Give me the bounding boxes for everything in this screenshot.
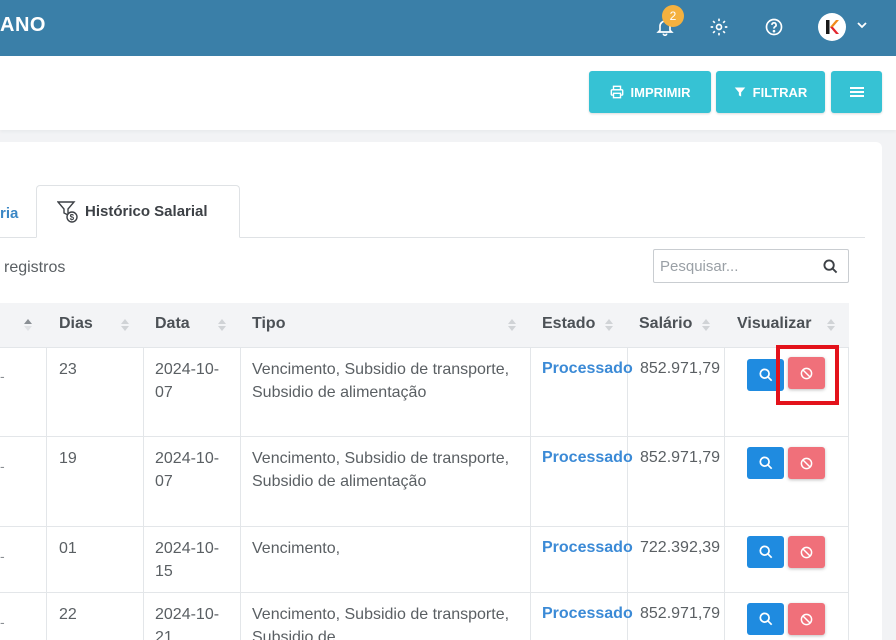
column-divider <box>240 347 241 640</box>
search-box <box>653 249 849 283</box>
menu-button[interactable] <box>831 71 882 113</box>
row-divider <box>0 526 849 527</box>
search-icon <box>758 456 772 470</box>
sort-icon[interactable] <box>825 317 837 333</box>
ban-icon <box>800 457 813 469</box>
column-divider <box>530 347 531 640</box>
cell-estado: Processado <box>542 605 633 622</box>
brand-title: ANO <box>0 14 46 36</box>
sort-icon[interactable] <box>603 317 615 333</box>
sort-icon[interactable] <box>700 317 712 333</box>
cell-data: 2024-10-07 <box>155 361 220 401</box>
view-button[interactable] <box>747 603 784 635</box>
records-info: registros <box>4 259 66 276</box>
column-divider <box>724 347 725 640</box>
salary-filter-icon: $ <box>57 200 78 223</box>
avatar[interactable] <box>818 13 846 41</box>
cell-tipo: Vencimento, <box>252 540 341 557</box>
cell-tipo: Vencimento, Subsidio de transporte, Subs… <box>252 450 510 490</box>
ban-icon <box>800 613 813 625</box>
column-header-data[interactable]: Data <box>155 315 190 333</box>
cell-salario: 722.392,39 <box>640 539 721 556</box>
view-button[interactable] <box>747 447 784 479</box>
hamburger-icon <box>849 87 864 97</box>
cell-salario: 852.971,79 <box>640 360 721 377</box>
cell-dias: 19 <box>59 450 77 467</box>
gear-icon[interactable] <box>704 12 734 42</box>
view-button[interactable] <box>747 536 784 568</box>
sort-icon[interactable] <box>216 317 228 333</box>
truncated-cell: - <box>0 458 5 474</box>
cell-dias: 22 <box>59 606 77 623</box>
cell-tipo: Vencimento, Subsidio de transporte, Subs… <box>252 606 510 640</box>
notification-badge: 2 <box>662 5 684 27</box>
column-header-dias[interactable]: Dias <box>59 315 93 333</box>
cell-estado: Processado <box>542 360 633 377</box>
column-header-estado[interactable]: Estado <box>542 315 595 333</box>
highlight-box <box>776 345 839 405</box>
search-icon[interactable] <box>823 259 838 274</box>
cancel-button[interactable] <box>788 536 825 568</box>
filter-button-label: FILTRAR <box>752 84 808 100</box>
row-divider <box>0 592 849 593</box>
print-button[interactable]: IMPRIMIR <box>589 71 711 113</box>
cell-tipo: Vencimento, Subsidio de transporte, Subs… <box>252 361 510 401</box>
column-divider <box>46 347 47 640</box>
truncated-cell: - <box>0 548 5 564</box>
cell-salario: 852.971,79 <box>640 605 721 622</box>
search-icon <box>758 368 772 382</box>
help-icon[interactable] <box>759 12 789 42</box>
cell-dias: 23 <box>59 361 77 378</box>
cell-dias: 01 <box>59 540 77 557</box>
tab-label: Histórico Salarial <box>85 203 208 220</box>
column-divider <box>143 347 144 640</box>
cancel-button[interactable] <box>788 447 825 479</box>
cell-data: 2024-10-21 <box>155 606 220 640</box>
tab-partial[interactable]: ria <box>0 205 18 222</box>
row-divider <box>0 436 849 437</box>
sort-icon[interactable] <box>119 317 131 333</box>
column-header-salario[interactable]: Salário <box>639 315 692 333</box>
search-icon <box>758 612 772 626</box>
cell-estado: Processado <box>542 449 633 466</box>
sort-icon[interactable] <box>22 317 34 333</box>
truncated-cell: - <box>0 614 5 630</box>
printer-icon <box>610 85 623 99</box>
search-input[interactable] <box>660 257 810 275</box>
sort-icon[interactable] <box>506 317 518 333</box>
filter-icon <box>734 87 745 97</box>
ban-icon <box>800 546 813 558</box>
cell-data: 2024-10-15 <box>155 540 220 580</box>
search-icon <box>758 545 772 559</box>
row-divider <box>0 347 849 348</box>
column-header-tipo[interactable]: Tipo <box>252 315 285 333</box>
column-divider <box>848 347 849 640</box>
cell-estado: Processado <box>542 539 633 556</box>
column-header-visualizar[interactable]: Visualizar <box>737 315 811 333</box>
print-button-label: IMPRIMIR <box>630 84 691 100</box>
cell-data: 2024-10-07 <box>155 450 220 490</box>
filter-button[interactable]: FILTRAR <box>716 71 825 113</box>
column-divider <box>627 347 628 640</box>
chevron-down-icon[interactable] <box>856 18 868 36</box>
svg-text:$: $ <box>70 213 75 222</box>
truncated-cell: - <box>0 368 5 384</box>
tab-historico-salarial[interactable]: $ Histórico Salarial <box>36 185 240 238</box>
cell-salario: 852.971,79 <box>640 449 721 466</box>
cancel-button[interactable] <box>788 603 825 635</box>
